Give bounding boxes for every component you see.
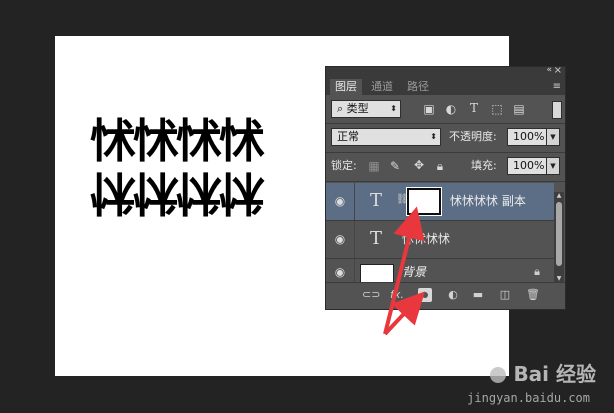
smart-object-filter-icon[interactable]: ▤ — [512, 102, 526, 116]
baidu-paw-logo — [490, 367, 506, 383]
lock-icon: 🔒︎ — [534, 265, 540, 278]
fill-input[interactable]: 100% — [507, 157, 547, 175]
canvas-text-mirror-layer: 怵怵怵怵 — [90, 166, 262, 220]
visibility-eye-icon[interactable]: ◉ — [326, 183, 355, 220]
opacity-label: 不透明度: — [449, 130, 497, 143]
watermark-url: jingyan.baidu.com — [467, 391, 590, 405]
shape-filter-icon[interactable]: ⬚ — [490, 102, 504, 116]
visibility-eye-icon[interactable]: ◉ — [326, 259, 355, 284]
layer-mask-thumbnail[interactable] — [406, 187, 442, 216]
layer-name[interactable]: 背景 — [402, 259, 426, 284]
filter-kind-label: 类型 — [346, 102, 369, 115]
opacity-dropdown-button[interactable]: ▼ — [546, 128, 560, 146]
filter-kind-select[interactable]: ⌕ 类型 ⬍ — [331, 100, 401, 118]
scroll-up-icon[interactable]: ▲ — [554, 192, 564, 199]
fill-label: 填充: — [471, 159, 497, 172]
lock-position-move-icon[interactable]: ✥ — [412, 158, 426, 172]
layer-name[interactable]: 怵怵怵怵 — [402, 221, 450, 258]
layers-bottom-toolbar: ⊂⊃ fx. ◐ ▬ ◫ 🗑︎ — [326, 282, 565, 309]
filter-toggle[interactable] — [552, 101, 562, 119]
panel-title-bar[interactable]: « × — [326, 65, 565, 79]
tab-layers[interactable]: 图层 — [330, 79, 362, 95]
lock-row: 锁定: ▦ ✎ ✥ 🔒︎ 填充: 100% ▼ — [326, 157, 565, 177]
opacity-input[interactable]: 100% — [507, 128, 547, 146]
lock-pixels-brush-icon[interactable]: ✎ — [389, 159, 401, 173]
collapse-panel-icon[interactable]: « — [546, 65, 551, 75]
layer-row-text[interactable]: ◉ T 怵怵怵怵 — [326, 221, 554, 259]
visibility-eye-icon[interactable]: ◉ — [326, 221, 355, 258]
lock-all-icon[interactable]: 🔒︎ — [434, 159, 446, 174]
text-layer-thumbnail-icon: T — [369, 228, 382, 249]
layers-scrollbar[interactable]: ▲ ▼ — [554, 192, 564, 282]
separator — [326, 181, 565, 182]
panel-tabs: 图层 通道 路径 ≡ — [326, 79, 565, 95]
scroll-down-icon[interactable]: ▼ — [554, 275, 564, 282]
layer-row-text-copy[interactable]: ◉ T ⛓ 怵怵怵怵 副本 — [326, 183, 554, 221]
fill-dropdown-button[interactable]: ▼ — [546, 157, 560, 175]
lock-transparent-icon[interactable]: ▦ — [368, 159, 380, 173]
tab-channels[interactable]: 通道 — [366, 79, 398, 95]
blend-mode-value: 正常 — [337, 130, 359, 143]
fx-icon[interactable]: fx. — [390, 288, 404, 302]
panel-menu-icon[interactable]: ≡ — [553, 81, 561, 92]
new-group-icon[interactable]: ▬ — [471, 288, 485, 302]
lock-label: 锁定: — [331, 159, 357, 172]
link-layers-icon[interactable]: ⊂⊃ — [362, 288, 380, 302]
adjustment-filter-icon[interactable]: ◐ — [444, 102, 458, 116]
canvas-text-layer: 怵怵怵怵 — [90, 114, 265, 168]
filter-row: ⌕ 类型 ⬍ ▣ ◐ T ⬚ ▤ — [326, 100, 565, 120]
adjustment-layer-icon[interactable]: ◐ — [446, 288, 460, 302]
layers-panel: « × 图层 通道 路径 ≡ ⌕ 类型 ⬍ ▣ ◐ T ⬚ ▤ 正常 ⬍ 不透明… — [325, 65, 566, 310]
text-layer-thumbnail-icon: T — [369, 190, 382, 211]
scrollbar-thumb[interactable] — [556, 202, 562, 266]
separator — [326, 123, 565, 124]
add-mask-icon[interactable] — [418, 288, 432, 302]
blend-row: 正常 ⬍ 不透明度: 100% ▼ — [326, 128, 565, 148]
tab-paths[interactable]: 路径 — [402, 79, 434, 95]
updown-caret-icon: ⬍ — [430, 132, 437, 141]
updown-caret-icon: ⬍ — [390, 104, 397, 113]
image-filter-icon[interactable]: ▣ — [422, 102, 436, 116]
search-icon: ⌕ — [337, 102, 344, 115]
watermark-brand: Bai 经验 — [513, 362, 596, 386]
separator — [326, 152, 565, 153]
layer-name[interactable]: 怵怵怵怵 副本 — [450, 183, 526, 220]
blend-mode-select[interactable]: 正常 ⬍ — [331, 128, 441, 146]
trash-icon[interactable]: 🗑︎ — [526, 288, 540, 302]
type-filter-icon[interactable]: T — [467, 101, 481, 115]
close-icon[interactable]: × — [554, 65, 562, 76]
new-layer-icon[interactable]: ◫ — [498, 288, 512, 302]
